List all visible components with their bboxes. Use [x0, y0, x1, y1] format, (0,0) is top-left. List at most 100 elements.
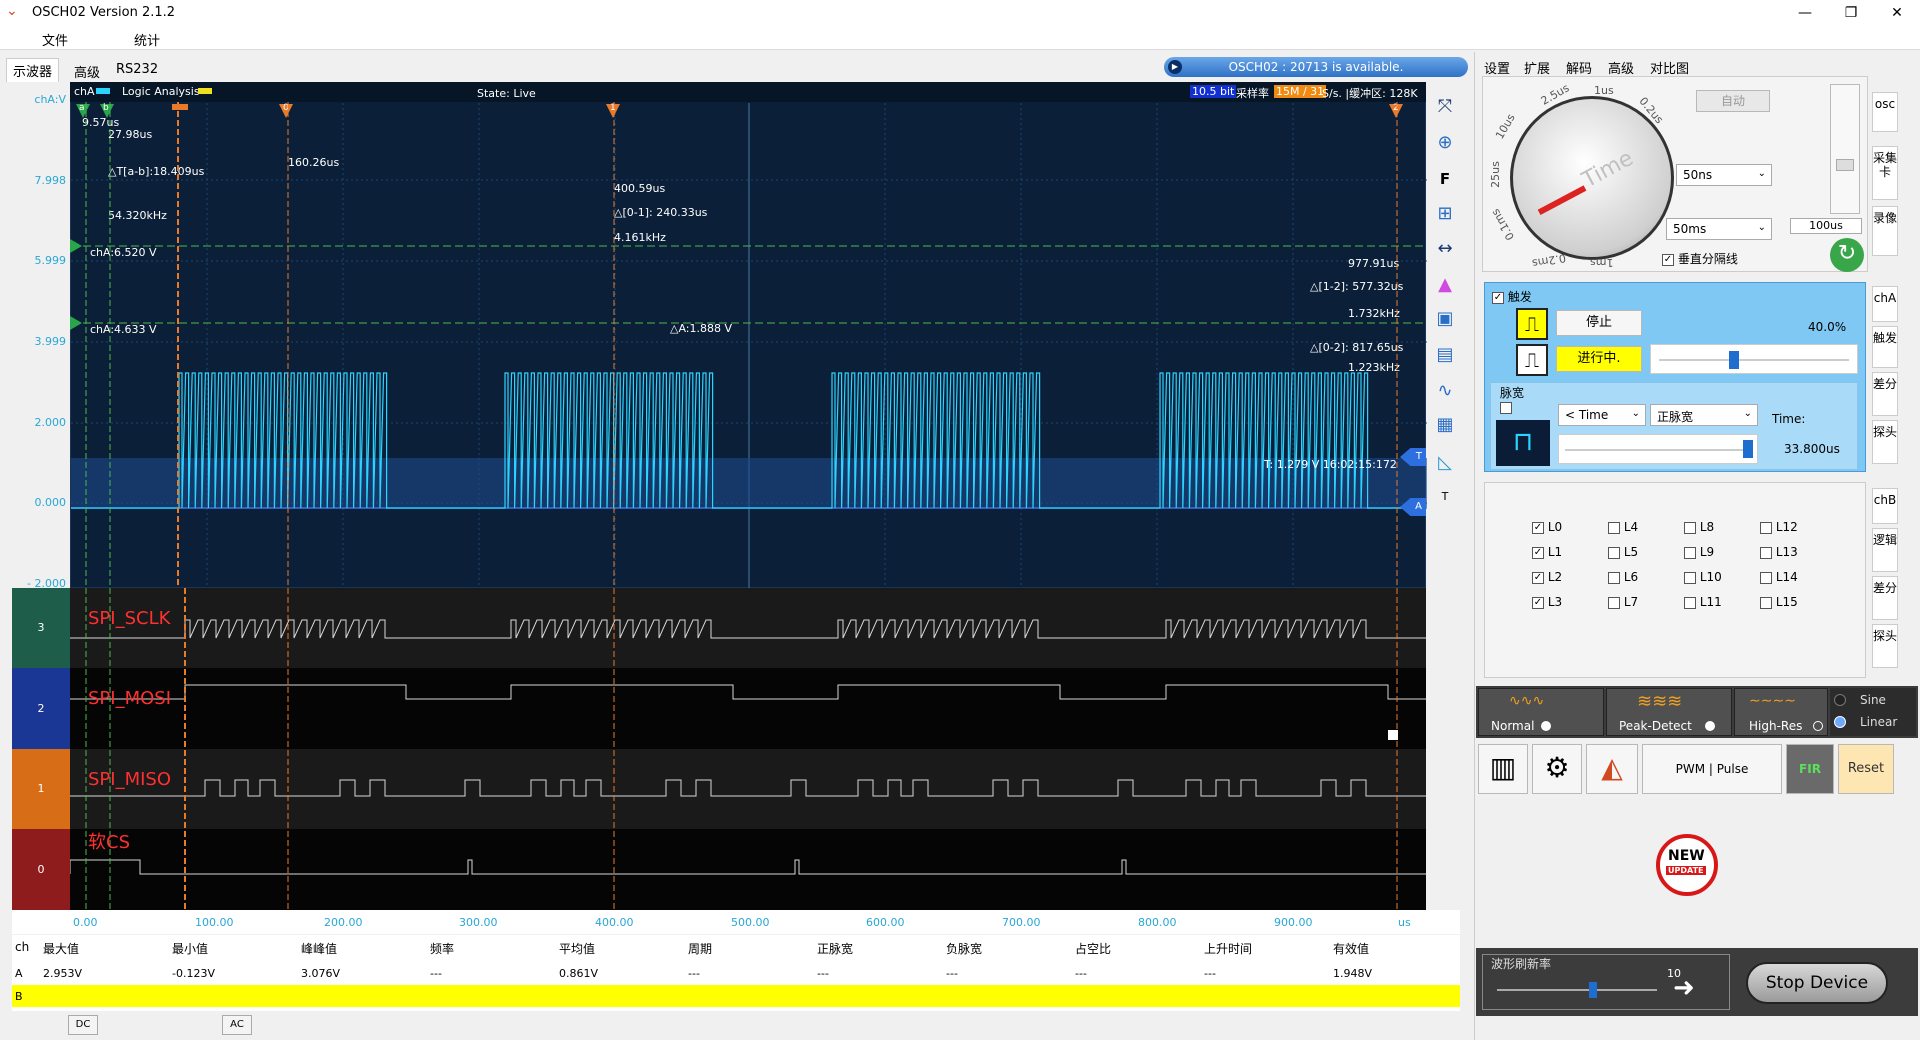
tab-oscilloscope[interactable]: 示波器 [6, 58, 60, 82]
tab-right-advanced[interactable]: 高级 [1608, 58, 1634, 77]
trigger-checkbox[interactable]: ✓ 触发 [1492, 288, 1532, 305]
vertical-slider-thumb[interactable] [1836, 159, 1854, 171]
pulse-cond-select[interactable]: < Time ⌄ [1558, 404, 1646, 426]
logic-channel-l8[interactable]: L8 [1684, 520, 1714, 534]
tab-rs232[interactable]: RS232 [110, 60, 164, 79]
close-button[interactable]: ✕ [1874, 2, 1920, 24]
radio-selected-icon[interactable] [1834, 716, 1846, 728]
crosshair-icon[interactable]: ⊞ [1430, 203, 1460, 231]
horizontal-measure-icon[interactable]: ↔ [1430, 238, 1460, 266]
trigger-pos-marker[interactable] [172, 104, 188, 110]
logic-channel-l15[interactable]: L15 [1760, 595, 1798, 609]
logic-channel-l12[interactable]: L12 [1760, 520, 1798, 534]
vertical-slider[interactable] [1830, 84, 1860, 214]
logic-channel-l3[interactable]: ✓ L3 [1532, 595, 1562, 609]
side-tab-diff-b[interactable]: 差分 [1872, 576, 1898, 620]
save-icon[interactable]: ▣ [1430, 308, 1460, 336]
refresh-icon[interactable]: ↻ [1830, 238, 1864, 272]
timebase-select[interactable]: 50ns ⌄ [1676, 164, 1772, 186]
running-button[interactable]: 进行中. [1556, 346, 1642, 372]
new-update-badge[interactable]: NEW UPDATE [1656, 834, 1718, 896]
tab-extend[interactable]: 扩展 [1524, 58, 1550, 77]
maximize-button[interactable]: ❐ [1828, 2, 1874, 24]
menu-stats[interactable]: 统计 [134, 30, 160, 49]
ruler-icon[interactable]: ◺ [1430, 452, 1460, 480]
logic-channel-l10[interactable]: L10 [1684, 570, 1722, 584]
stop-button[interactable]: 停止 [1556, 310, 1642, 336]
image-icon[interactable]: ▤ [1430, 344, 1460, 372]
minimize-button[interactable]: — [1782, 2, 1828, 24]
side-tab-chb[interactable]: chB [1872, 488, 1898, 524]
cs-trace [70, 859, 1426, 875]
side-tab-probe-a[interactable]: 探头 [1872, 420, 1898, 464]
side-tab-probe-b[interactable]: 探头 [1872, 624, 1898, 668]
pulse-type-select[interactable]: 正脉宽 ⌄ [1650, 404, 1758, 426]
radio-icon [1541, 721, 1551, 731]
pulse-checkbox[interactable] [1500, 402, 1512, 414]
reset-button[interactable]: Reset [1838, 744, 1894, 794]
zoom-in-icon[interactable]: ⊕ [1430, 132, 1460, 160]
pulse-wave-icon[interactable]: ⊓ [1496, 420, 1550, 466]
side-tab-capture[interactable]: 采集卡 [1872, 146, 1898, 200]
logic-channel-l14[interactable]: L14 [1760, 570, 1798, 584]
grid-icon[interactable]: ▦ [1430, 414, 1460, 442]
tab-decode[interactable]: 解码 [1566, 58, 1592, 77]
tab-compare[interactable]: 对比图 [1650, 58, 1689, 77]
spectrum-icon[interactable]: ▲ [1430, 274, 1460, 302]
update-banner[interactable]: ▶ OSCH02 : 20713 is available. [1164, 57, 1468, 77]
arrow-right-icon: ➜ [1673, 973, 1695, 1003]
normal-mode-button[interactable]: ∿∿∿ Normal [1478, 688, 1604, 736]
logic-channel-l11[interactable]: L11 [1684, 595, 1722, 609]
slider-thumb[interactable] [1729, 351, 1739, 369]
tab-settings[interactable]: 设置 [1484, 58, 1510, 77]
side-tab-diff-a[interactable]: 差分 [1872, 372, 1898, 416]
logic-channel-l9[interactable]: L9 [1684, 545, 1714, 559]
f-icon[interactable]: F [1430, 170, 1460, 198]
side-tab-logic[interactable]: 逻辑 [1872, 528, 1898, 572]
logic-channel-l5[interactable]: L5 [1608, 545, 1638, 559]
settings-gear-icon[interactable]: ⚙ [1532, 744, 1582, 794]
side-tab-osc[interactable]: osc [1872, 92, 1898, 132]
logic-channel-l13[interactable]: L13 [1760, 545, 1798, 559]
logic-channel-l1[interactable]: ✓ L1 [1532, 545, 1562, 559]
histogram-icon[interactable]: ▥ [1478, 744, 1528, 794]
auto-button[interactable]: 自动 [1696, 90, 1770, 112]
peak-detect-button[interactable]: ≋≋≋ Peak-Detect [1606, 688, 1732, 736]
radio-icon[interactable] [1834, 694, 1846, 706]
dc-button[interactable]: DC [68, 1015, 98, 1035]
fir-button[interactable]: FIR [1786, 744, 1834, 794]
falling-edge-icon[interactable]: ⎍ [1516, 344, 1548, 376]
logic-channel-l6[interactable]: L6 [1608, 570, 1638, 584]
logic-channel-l4[interactable]: L4 [1608, 520, 1638, 534]
time-dial[interactable]: Time [1510, 96, 1674, 260]
cursor-2-label: 2 [1393, 103, 1399, 113]
holdoff-field[interactable]: 100us [1790, 218, 1862, 234]
ac-button[interactable]: AC [222, 1015, 252, 1035]
x-tick: 800.00 [1138, 916, 1177, 929]
rising-edge-icon[interactable]: ⎍ [1516, 308, 1548, 340]
timebase2-select[interactable]: 50ms ⌄ [1666, 218, 1772, 240]
tab-advanced[interactable]: 高级 [68, 60, 106, 83]
trigger-position-slider[interactable] [1650, 344, 1858, 374]
logic-channel-l0[interactable]: ✓ L0 [1532, 520, 1562, 534]
slider-thumb[interactable] [1743, 440, 1753, 458]
logic-analyzer[interactable]: 3 2 1 0 SPI_SCLK SPI_MOSI SPI_MISO 软CS [12, 588, 1426, 910]
fullscreen-icon[interactable]: ⤧ [1430, 96, 1460, 124]
slider-track [1565, 449, 1751, 451]
waveform-icon[interactable]: ∿ [1430, 380, 1460, 408]
refresh-slider-thumb[interactable] [1589, 982, 1597, 998]
spectrum-area-icon[interactable]: ◭ [1586, 744, 1638, 794]
side-tab-cha[interactable]: chA [1872, 286, 1898, 322]
logic-channel-l2[interactable]: ✓ L2 [1532, 570, 1562, 584]
logic-channel-l7[interactable]: L7 [1608, 595, 1638, 609]
scope-display[interactable] [70, 82, 1427, 589]
pwm-pulse-button[interactable]: PWM | Pulse [1642, 744, 1782, 794]
stop-device-button[interactable]: Stop Device [1746, 962, 1888, 1004]
vdiv-checkbox[interactable]: ✓ 垂直分隔线 [1662, 250, 1738, 267]
side-tab-trigger[interactable]: 触发 [1872, 326, 1898, 368]
menu-file[interactable]: 文件 [42, 30, 68, 49]
high-res-button[interactable]: ∼∼∼∼ High-Res [1734, 688, 1828, 736]
time-value: 33.800us [1784, 442, 1840, 456]
pulse-time-slider[interactable] [1558, 434, 1758, 464]
side-tab-record[interactable]: 录像 [1872, 206, 1898, 256]
